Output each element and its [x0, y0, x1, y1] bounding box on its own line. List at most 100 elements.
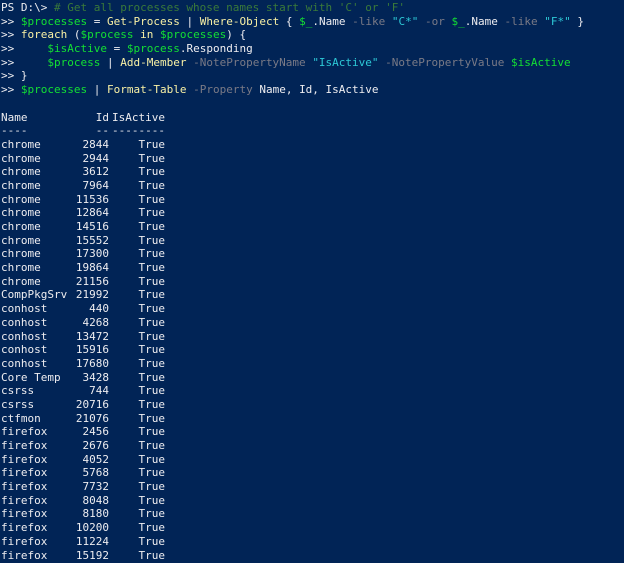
table-row: firefox 2676 True	[1, 439, 624, 453]
keyword-token: in	[133, 28, 160, 42]
pipe-token: |	[100, 55, 121, 69]
output-table: Name Id IsActive ---- -- -------- chrome 2844…	[1, 111, 624, 563]
cell-isactive: True	[138, 493, 166, 507]
parameter-token: -Property	[186, 83, 260, 97]
cell-name: chrome	[1, 151, 41, 165]
header-name: Name	[1, 110, 28, 124]
table-row: chrome 11536 True	[1, 193, 624, 207]
cell-id: 21992	[75, 288, 109, 302]
table-row: firefox 11224 True	[1, 535, 624, 549]
separator-name: ----	[1, 124, 28, 138]
command-line-4: >> $isActive = $process.Responding	[1, 42, 624, 56]
prompt: PS D:\>	[1, 1, 54, 14]
cell-isactive: True	[138, 343, 166, 357]
table-row: firefox 4052 True	[1, 453, 624, 467]
cell-isactive: True	[138, 220, 166, 233]
cell-name: firefox	[1, 480, 48, 494]
cell-isactive: True	[138, 302, 166, 316]
table-row: chrome 21156 True	[1, 275, 624, 289]
cell-id: 3612	[82, 165, 110, 179]
cmdlet-token: Format-Table	[106, 83, 187, 97]
cell-isactive: True	[138, 425, 166, 439]
table-row: chrome 3612 True	[1, 165, 624, 179]
variable-token: $processes	[159, 28, 227, 42]
cell-id: 2456	[82, 425, 110, 439]
table-header: Name Id IsActive	[1, 111, 624, 125]
cell-isactive: True	[138, 165, 166, 179]
cell-name: CompPkgSrv	[1, 288, 68, 302]
pipe-token: |	[87, 83, 107, 97]
cell-isactive: True	[138, 356, 166, 370]
keyword-token: foreach	[20, 28, 68, 42]
cell-id: 8180	[82, 507, 110, 521]
cell-isactive: True	[138, 178, 166, 192]
command-line-7: >> $processes | Format-Table -Property N…	[1, 83, 624, 97]
continuation-prompt: >>	[1, 55, 21, 69]
cell-name: firefox	[1, 507, 48, 521]
cell-isactive: True	[138, 411, 166, 425]
cell-name: firefox	[1, 452, 48, 466]
cell-name: firefox	[1, 493, 48, 507]
cell-id: 3428	[82, 370, 110, 384]
cell-isactive: True	[138, 151, 166, 165]
cell-name: chrome	[1, 178, 41, 192]
paren-token: ) {	[226, 28, 247, 42]
cell-isactive: True	[138, 439, 166, 452]
variable-token: $processes	[20, 14, 88, 28]
cell-id: 19864	[75, 261, 109, 275]
variable-token: $_	[451, 14, 465, 28]
cell-id: 15916	[75, 343, 109, 357]
cell-isactive: True	[138, 507, 166, 521]
argument-token: Name, Id, IsActive	[259, 83, 379, 97]
cell-id: 744	[89, 384, 109, 398]
cell-id: 17300	[75, 247, 109, 261]
cell-name: firefox	[1, 548, 48, 562]
continuation-prompt: >>	[1, 14, 21, 28]
cmdlet-token: Where-Object	[199, 14, 280, 28]
table-row: Core Temp 3428 True	[1, 371, 624, 385]
cell-isactive: True	[138, 274, 166, 288]
cell-id: 440	[89, 302, 109, 316]
cell-isactive: True	[138, 192, 166, 206]
cell-name: firefox	[1, 439, 48, 452]
string-token: "F*"	[544, 14, 571, 28]
cell-id: 11536	[75, 192, 109, 206]
brace-token: {	[279, 14, 300, 28]
cell-name: conhost	[1, 343, 48, 357]
variable-token: $_	[299, 14, 313, 28]
cell-isactive: True	[138, 315, 166, 329]
separator-id: --	[95, 124, 109, 138]
cell-id: 21156	[75, 274, 109, 288]
brace-token: }	[570, 14, 584, 28]
cell-isactive: True	[138, 137, 166, 151]
table-row: CompPkgSrv 21992 True	[1, 288, 624, 302]
variable-token: $process	[47, 55, 101, 69]
cell-name: chrome	[1, 220, 41, 233]
table-row: conhost 440 True	[1, 302, 624, 316]
operator-token: -or	[418, 14, 452, 28]
table-row: conhost 4268 True	[1, 316, 624, 330]
cell-name: firefox	[1, 466, 48, 480]
cell-name: csrss	[1, 384, 35, 398]
table-row: chrome 12864 True	[1, 206, 624, 220]
cell-isactive: True	[138, 261, 166, 275]
separator-isactive: --------	[112, 124, 165, 138]
cell-id: 15552	[75, 233, 109, 247]
table-row: chrome 15552 True	[1, 234, 624, 248]
cell-name: chrome	[1, 137, 41, 151]
property-token: .Name	[312, 14, 353, 28]
cell-id: 12864	[75, 206, 109, 220]
cell-name: chrome	[1, 274, 41, 288]
cell-id: 17680	[75, 356, 109, 370]
cell-isactive: True	[138, 548, 166, 562]
powershell-console[interactable]: PS D:\> # Get all processes whose names …	[0, 0, 624, 563]
cell-name: conhost	[1, 329, 48, 343]
command-line-3: >> foreach ($process in $processes) {	[1, 28, 624, 42]
cell-id: 21076	[75, 411, 109, 425]
cell-isactive: True	[138, 521, 166, 535]
operator-token: -like	[352, 14, 386, 28]
table-row: firefox 10200 True	[1, 521, 624, 535]
cell-name: chrome	[1, 247, 41, 261]
